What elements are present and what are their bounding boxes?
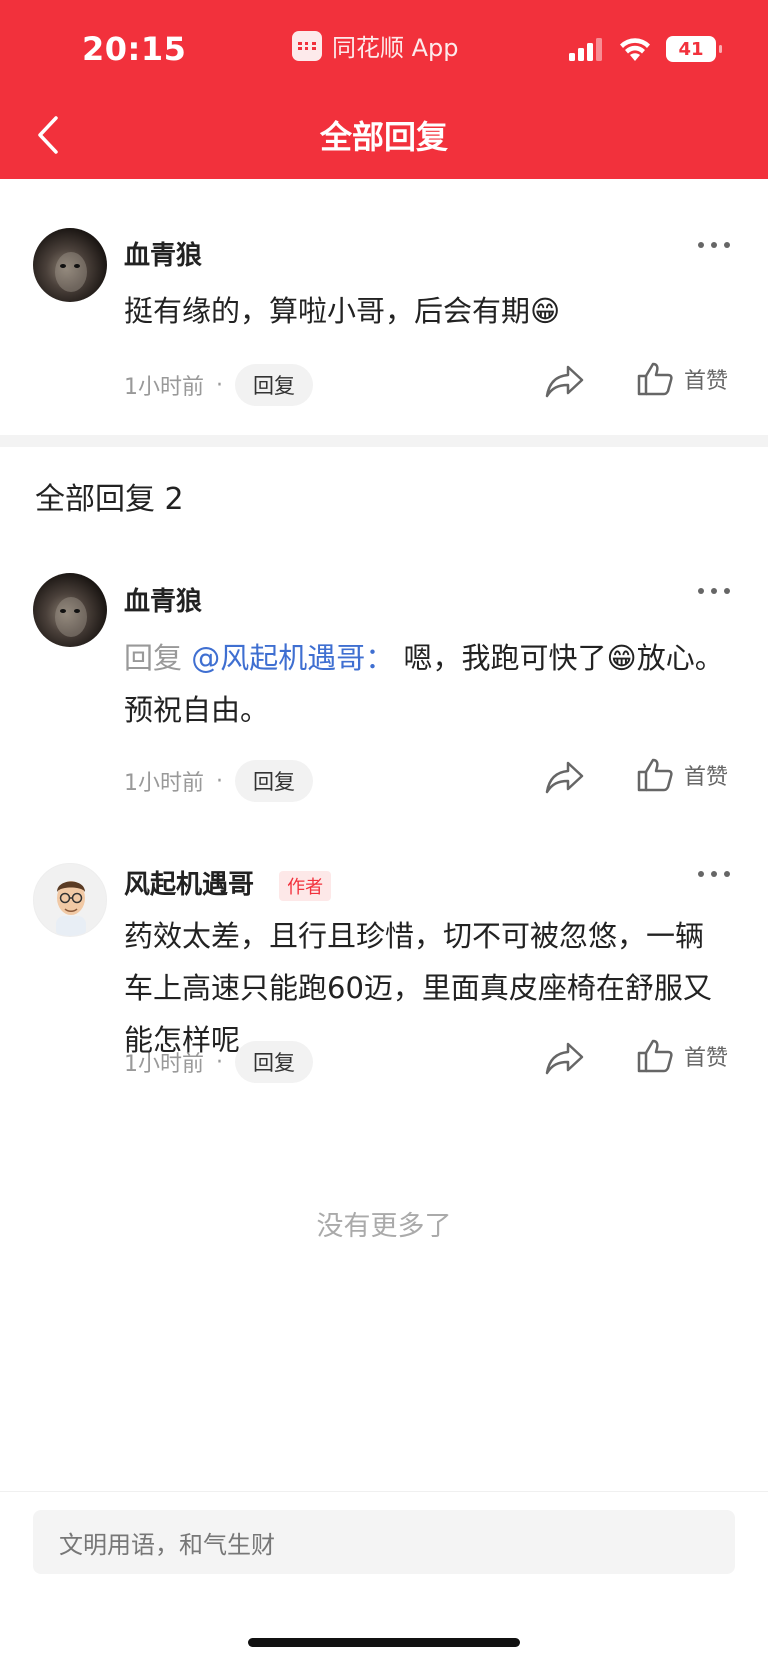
comment-time: 1小时前: [124, 771, 204, 796]
reply-item: 血青狼 回复 @风起机遇哥： 嗯，我跑可快了😁放心。预祝自由。 1小时前 · 回…: [0, 525, 768, 805]
comment-time: 1小时前: [124, 375, 204, 400]
meta-separator: ·: [216, 1049, 223, 1075]
share-icon[interactable]: [544, 759, 586, 795]
no-more-indicator: 没有更多了: [316, 1211, 452, 1242]
more-icon[interactable]: [696, 864, 732, 884]
page-title: 全部回复: [319, 118, 448, 156]
app-logo-icon: [292, 30, 322, 61]
thumbs-up-icon: [637, 362, 673, 396]
avatar[interactable]: [33, 228, 107, 302]
like-button[interactable]: 首赞: [636, 757, 728, 793]
wolf-avatar-icon: [55, 597, 87, 637]
signal-icon: [569, 38, 602, 61]
reply-button[interactable]: 回复: [235, 1041, 313, 1083]
status-indicators: 41: [568, 36, 722, 62]
like-label: 首赞: [684, 765, 729, 790]
comment-meta: 1小时前 · 回复: [124, 364, 313, 406]
battery-indicator: 41: [666, 36, 722, 62]
home-indicator[interactable]: [248, 1638, 520, 1647]
more-icon[interactable]: [696, 235, 732, 255]
thumbs-up-icon: [637, 758, 673, 792]
username[interactable]: 风起机遇哥 作者: [124, 864, 332, 901]
username-text: 风起机遇哥: [124, 870, 255, 900]
more-icon[interactable]: [696, 581, 732, 601]
comment-input-bar: 文明用语，和气生财: [0, 1491, 768, 1663]
status-app-indicator[interactable]: 同花顺 App: [292, 28, 459, 63]
replies-count-title: 全部回复 2: [35, 482, 184, 517]
comment-input[interactable]: 文明用语，和气生财: [33, 1510, 735, 1574]
reply-prefix: 回复: [124, 641, 183, 675]
comment-text: 挺有缘的，算啦小哥，后会有期😁: [124, 294, 561, 328]
like-button[interactable]: 首赞: [636, 361, 728, 397]
username[interactable]: 血青狼: [124, 235, 202, 272]
like-label: 首赞: [684, 369, 729, 394]
meta-separator: ·: [216, 372, 223, 398]
wifi-icon: [620, 38, 650, 61]
avatar[interactable]: [33, 863, 107, 937]
section-divider: [0, 435, 768, 447]
reply-button[interactable]: 回复: [235, 760, 313, 802]
share-icon[interactable]: [544, 1040, 586, 1076]
avatar[interactable]: [33, 573, 107, 647]
comment-time: 1小时前: [124, 1052, 204, 1077]
status-app-name: 同花顺 App: [332, 34, 459, 62]
username[interactable]: 血青狼: [124, 581, 202, 618]
status-time: 20:15: [82, 30, 187, 68]
reply-item: 风起机遇哥 作者 药效太差，且行且珍惜，切不可被忽悠，一辆车上高速只能跑60迈，…: [0, 805, 768, 1145]
like-label: 首赞: [684, 1046, 729, 1071]
share-icon[interactable]: [544, 363, 586, 399]
author-badge: 作者: [279, 870, 332, 901]
meta-separator: ·: [216, 768, 223, 794]
comment-meta: 1小时前 · 回复: [124, 1041, 313, 1083]
like-button[interactable]: 首赞: [636, 1038, 728, 1074]
wolf-avatar-icon: [55, 252, 87, 292]
comment-meta: 1小时前 · 回复: [124, 760, 313, 802]
main-comment: 血青狼 挺有缘的，算啦小哥，后会有期😁 1小时前 · 回复 首赞: [0, 179, 768, 435]
header-bar: 20:15 同花顺 App 41 全部回复: [0, 0, 768, 179]
memoji-avatar-icon: [56, 881, 86, 936]
thumbs-up-icon: [637, 1039, 673, 1073]
reply-button[interactable]: 回复: [235, 364, 313, 406]
mention-link[interactable]: @风起机遇哥：: [191, 641, 394, 675]
reply-text: 回复 @风起机遇哥： 嗯，我跑可快了😁放心。预祝自由。: [124, 632, 724, 736]
